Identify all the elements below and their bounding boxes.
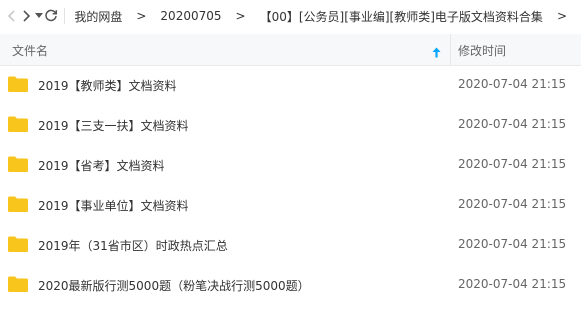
back-button[interactable] — [6, 0, 19, 32]
file-row[interactable]: 2019【省考】文档资料 2020-07-04 21:15 — [0, 146, 581, 186]
folder-icon — [7, 235, 29, 257]
history-dropdown-button[interactable] — [34, 0, 43, 32]
file-modified-time: 2020-07-04 21:15 — [458, 117, 567, 131]
file-row[interactable]: 2020最新版行测5000题（粉笔决战行测5000题） 2020-07-04 2… — [0, 266, 581, 306]
forward-button[interactable] — [19, 0, 34, 32]
file-row[interactable]: 2019年（31省市区）时政热点汇总 2020-07-04 21:15 — [0, 226, 581, 266]
nav-divider — [63, 8, 65, 24]
file-row[interactable]: 2019【事业单位】文档资料 2020-07-04 21:15 — [0, 186, 581, 226]
breadcrumb-separator: > — [556, 9, 567, 23]
column-header-modified-time[interactable]: 修改时间 — [458, 42, 506, 59]
column-header-name[interactable]: 文件名 — [12, 42, 48, 59]
folder-icon — [7, 155, 29, 177]
file-name[interactable]: 2019【事业单位】文档资料 — [38, 197, 189, 214]
file-modified-time: 2020-07-04 21:15 — [458, 277, 567, 291]
sort-ascending-button[interactable] — [432, 43, 441, 62]
file-row[interactable]: 2019【教师类】文档资料 2020-07-04 21:15 — [0, 66, 581, 106]
refresh-icon — [45, 9, 58, 22]
file-modified-time: 2020-07-04 21:15 — [458, 197, 567, 211]
file-modified-time: 2020-07-04 21:15 — [458, 157, 567, 171]
folder-icon — [7, 195, 29, 217]
chevron-left-icon — [8, 10, 15, 22]
file-name[interactable]: 2019【三支一扶】文档资料 — [38, 117, 189, 134]
breadcrumb-current-folder[interactable]: 【00】[公务员][事业编][教师类]电子版文档资料合集 — [260, 8, 543, 25]
chevron-right-icon — [23, 10, 31, 22]
file-name[interactable]: 2019【省考】文档资料 — [38, 157, 165, 174]
file-name[interactable]: 2019年（31省市区）时政热点汇总 — [38, 237, 228, 254]
caret-down-icon — [34, 13, 43, 18]
file-list-header: 文件名 修改时间 — [0, 34, 581, 66]
file-modified-time: 2020-07-04 21:15 — [458, 237, 567, 251]
arrow-up-icon — [432, 47, 441, 58]
folder-icon — [7, 75, 29, 97]
column-divider[interactable] — [450, 34, 451, 66]
file-name[interactable]: 2019【教师类】文档资料 — [38, 77, 177, 94]
breadcrumb-my-drive[interactable]: 我的网盘 — [74, 8, 122, 25]
file-name[interactable]: 2020最新版行测5000题（粉笔决战行测5000题） — [38, 277, 310, 294]
folder-icon — [7, 275, 29, 297]
breadcrumb-separator: > — [136, 9, 147, 23]
folder-icon — [7, 115, 29, 137]
file-modified-time: 2020-07-04 21:15 — [458, 77, 567, 91]
breadcrumb-date-folder[interactable]: 20200705 — [160, 9, 221, 23]
file-row[interactable]: 2019【三支一扶】文档资料 2020-07-04 21:15 — [0, 106, 581, 146]
breadcrumb-separator: > — [235, 9, 246, 23]
navigation-bar: 我的网盘 > 20200705 > 【00】[公务员][事业编][教师类]电子版… — [0, 0, 581, 32]
refresh-button[interactable] — [43, 0, 60, 32]
